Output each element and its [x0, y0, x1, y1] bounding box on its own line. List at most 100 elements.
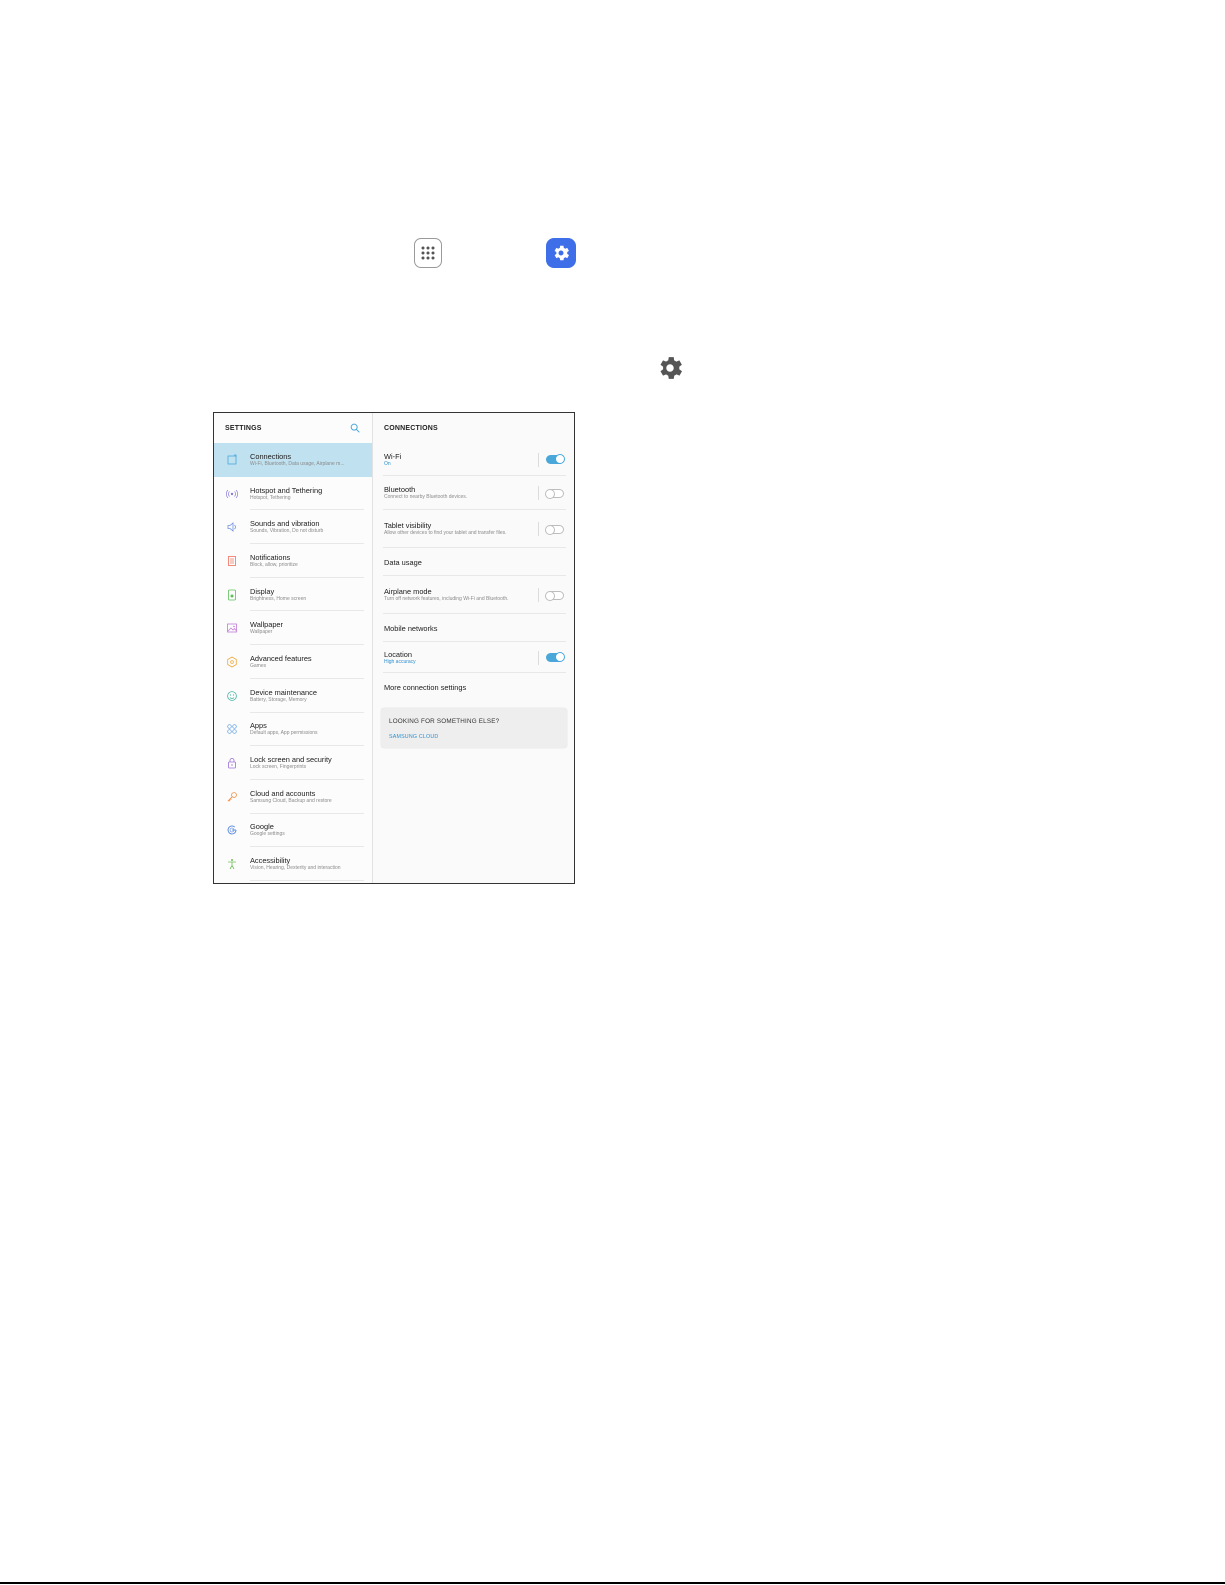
looking-for-something-else-card: LOOKING FOR SOMETHING ELSE? SAMSUNG CLOU… — [381, 708, 567, 748]
advanced-features-icon — [214, 656, 250, 668]
connection-row-tablet-visibility[interactable]: Tablet visibility Allow other devices to … — [373, 510, 574, 548]
connection-row-title: Bluetooth — [384, 485, 416, 495]
menu-item-hotspot-and-tethering[interactable]: Hotspot and Tethering Hotspot, Tethering — [214, 477, 372, 511]
connection-row-text: Tablet visibility Allow other devices to … — [384, 521, 538, 537]
toggle-switch[interactable] — [546, 454, 565, 464]
key-icon — [214, 791, 250, 803]
menu-item-lock-screen-and-security[interactable]: Lock screen and security Lock screen, Fi… — [214, 746, 372, 780]
apps-icon[interactable] — [414, 238, 442, 268]
connection-row-subtitle: Allow other devices to find your tablet … — [384, 530, 507, 537]
device-maintenance-icon — [214, 690, 250, 702]
wallpaper-icon — [214, 622, 250, 634]
menu-item-text: Display Brightness, Home screen — [250, 587, 372, 603]
menu-item-subtitle: Google settings — [250, 831, 285, 838]
menu-item-subtitle: Vision, Hearing, Dexterity and interacti… — [250, 865, 341, 872]
settings-menu-pane: SETTINGS Connections Wi-Fi, Bluetooth, D… — [214, 413, 373, 883]
menu-item-text: Apps Default apps, App permissions — [250, 721, 372, 737]
settings-title: SETTINGS — [225, 424, 262, 432]
toggle-switch[interactable] — [546, 652, 565, 662]
menu-item-title: Accessibility — [250, 856, 291, 866]
menu-item-text: Sounds and vibration Sounds, Vibration, … — [250, 519, 372, 535]
connection-row-bluetooth[interactable]: Bluetooth Connect to nearby Bluetooth dev… — [373, 476, 574, 510]
connection-row-title: More connection settings — [384, 683, 467, 692]
menu-item-accessibility[interactable]: Accessibility Vision, Hearing, Dexterity… — [214, 847, 372, 881]
menu-item-title: Cloud and accounts — [250, 788, 316, 798]
menu-item-notifications[interactable]: Notifications Block, allow, prioritize — [214, 544, 372, 578]
menu-item-title: Device maintenance — [250, 687, 317, 697]
display-icon — [214, 589, 250, 601]
toggle-switch[interactable] — [545, 524, 564, 535]
accessibility-icon — [214, 858, 250, 870]
menu-item-device-maintenance[interactable]: Device maintenance Battery, Storage, Mem… — [214, 679, 372, 713]
menu-item-subtitle: Samsung Cloud, Backup and restore — [250, 797, 332, 804]
toggle-divider — [538, 650, 539, 665]
connection-row-data-usage[interactable]: Data usage — [373, 548, 574, 576]
menu-item-google[interactable]: Google Google settings — [214, 814, 372, 848]
samsung-cloud-link[interactable]: SAMSUNG CLOUD — [389, 734, 567, 740]
menu-item-subtitle: Block, allow, prioritize — [250, 561, 298, 568]
connection-row-subtitle: On — [384, 460, 391, 467]
menu-item-text: Hotspot and Tethering Hotspot, Tethering — [250, 486, 372, 502]
gear-icon — [654, 352, 686, 384]
toggle-knob — [555, 652, 565, 662]
connections-header: CONNECTIONS — [373, 413, 574, 443]
menu-item-subtitle: Wi-Fi, Bluetooth, Data usage, Airplane m… — [250, 460, 345, 467]
menu-item-text: Advanced features Games — [250, 654, 372, 670]
connection-row-title: Tablet visibility — [384, 521, 432, 531]
menu-item-display[interactable]: Display Brightness, Home screen — [214, 578, 372, 612]
connection-row-more-connection-settings[interactable]: More connection settings — [373, 673, 574, 702]
menu-item-text: Device maintenance Battery, Storage, Mem… — [250, 688, 372, 704]
menu-item-cloud-and-accounts[interactable]: Cloud and accounts Samsung Cloud, Backup… — [214, 780, 372, 814]
menu-item-text: Cloud and accounts Samsung Cloud, Backup… — [250, 789, 372, 805]
toggle-knob — [545, 590, 555, 601]
menu-item-advanced-features[interactable]: Advanced features Games — [214, 645, 372, 679]
lock-icon — [214, 757, 250, 769]
toggle-divider — [538, 588, 539, 602]
connection-row-location[interactable]: Location High accuracy — [373, 642, 574, 673]
menu-item-subtitle: Default apps, App permissions — [250, 730, 318, 737]
menu-item-text: Connections Wi-Fi, Bluetooth, Data usage… — [250, 452, 372, 468]
menu-item-title: Advanced features — [250, 653, 312, 663]
connection-row-title: Location — [384, 649, 412, 659]
menu-item-title: Lock screen and security — [250, 755, 332, 765]
menu-item-title: Notifications — [250, 552, 291, 562]
connection-row-text: Airplane mode Turn off network features, … — [384, 587, 538, 603]
hotspot-icon — [214, 488, 250, 500]
apps-grid-icon — [214, 723, 250, 735]
connection-row-wi-fi[interactable]: Wi-Fi On — [373, 443, 574, 476]
connection-row-mobile-networks[interactable]: Mobile networks — [373, 614, 574, 642]
menu-item-sounds-and-vibration[interactable]: Sounds and vibration Sounds, Vibration, … — [214, 510, 372, 545]
menu-item-apps[interactable]: Apps Default apps, App permissions — [214, 713, 372, 747]
menu-item-text: Wallpaper Wallpaper — [250, 620, 372, 636]
page-footer-line — [0, 1582, 1225, 1584]
search-icon[interactable] — [349, 422, 361, 434]
connection-row-text: Location High accuracy — [384, 650, 538, 666]
menu-item-connections[interactable]: Connections Wi-Fi, Bluetooth, Data usage… — [214, 443, 372, 477]
connection-row-title: Wi-Fi — [384, 451, 402, 461]
toggle-switch[interactable] — [545, 590, 564, 601]
menu-item-title: Apps — [250, 721, 267, 731]
menu-item-title: Google — [250, 822, 274, 832]
menu-item-subtitle: Wallpaper — [250, 629, 273, 636]
settings-screen: SETTINGS Connections Wi-Fi, Bluetooth, D… — [213, 412, 575, 884]
settings-app-icon[interactable] — [546, 238, 576, 268]
looking-title: LOOKING FOR SOMETHING ELSE? — [389, 718, 500, 725]
menu-item-subtitle: Sounds, Vibration, Do not disturb — [250, 528, 324, 535]
menu-item-title: Sounds and vibration — [250, 519, 320, 529]
menu-item-wallpaper[interactable]: Wallpaper Wallpaper — [214, 611, 372, 646]
connections-title: CONNECTIONS — [384, 424, 438, 432]
toggle-divider — [538, 522, 539, 536]
toggle-knob — [545, 524, 555, 535]
toggle-divider — [538, 452, 539, 467]
menu-item-text: Lock screen and security Lock screen, Fi… — [250, 755, 372, 771]
menu-item-title: Display — [250, 586, 275, 596]
connection-row-title: Mobile networks — [384, 623, 438, 633]
menu-item-subtitle: Hotspot, Tethering — [250, 494, 291, 501]
toggle-switch[interactable] — [545, 488, 564, 499]
connections-list: Wi-Fi On Bluetooth Connect to nearby Bluet… — [373, 443, 574, 702]
connection-row-airplane-mode[interactable]: Airplane mode Turn off network features, … — [373, 576, 574, 614]
menu-item-title: Wallpaper — [250, 620, 283, 630]
menu-item-text: Accessibility Vision, Hearing, Dexterity… — [250, 856, 372, 872]
menu-item-title: Connections — [250, 451, 292, 461]
connection-row-text: Bluetooth Connect to nearby Bluetooth dev… — [384, 485, 538, 501]
